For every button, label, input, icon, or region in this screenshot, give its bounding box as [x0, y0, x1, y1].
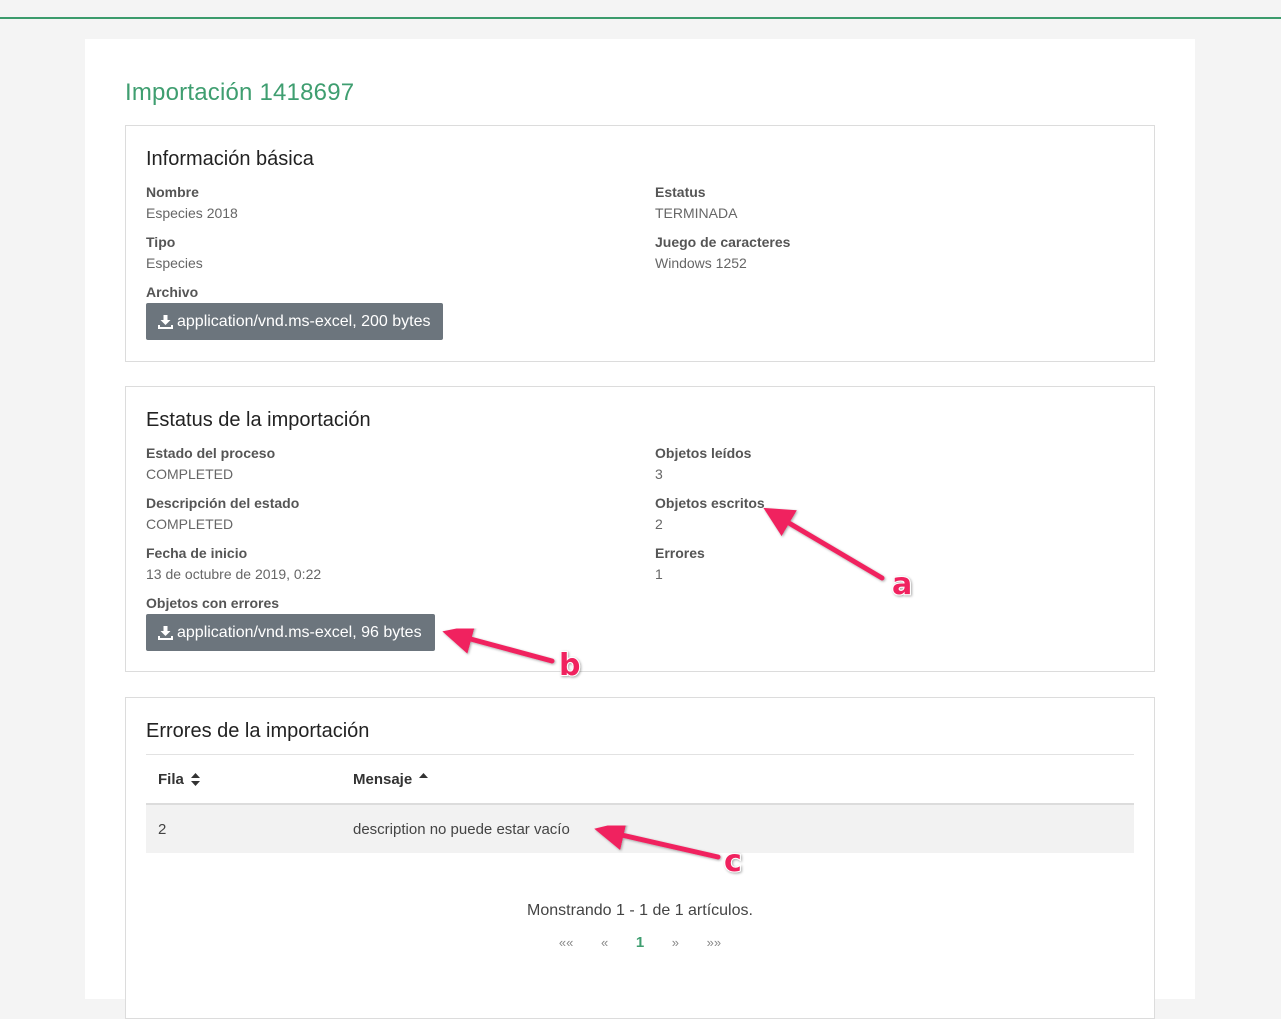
error-objects-download-button[interactable]: application/vnd.ms-excel, 96 bytes	[146, 614, 435, 651]
error-objects-label: Objetos con errores	[146, 595, 280, 611]
start-date-value: 13 de octubre de 2019, 0:22	[146, 566, 322, 582]
page-title: Importación 1418697	[125, 79, 355, 106]
pagination-first-button[interactable]: ««	[559, 935, 573, 950]
objects-read-label: Objetos leídos	[655, 445, 752, 461]
process-state-label: Estado del proceso	[146, 445, 276, 461]
import-errors-card: Errores de la importación Fila Mensaje 2	[125, 697, 1155, 1019]
state-description-label: Descripción del estado	[146, 495, 300, 511]
objects-written-label: Objetos escritos	[655, 495, 765, 511]
message-cell: description no puede estar vacío	[341, 804, 1134, 853]
errors-label: Errores	[655, 545, 705, 561]
download-icon	[158, 314, 173, 329]
column-header-row-number[interactable]: Fila	[146, 755, 341, 805]
file-download-label: application/vnd.ms-excel, 200 bytes	[177, 312, 431, 330]
download-icon	[158, 625, 173, 640]
pagination: «« « 1 » »»	[126, 934, 1154, 951]
error-objects-download-label: application/vnd.ms-excel, 96 bytes	[177, 623, 422, 641]
type-value: Especies	[146, 255, 203, 271]
objects-read-value: 3	[655, 466, 663, 482]
pagination-info: Monstrando 1 - 1 de 1 artículos.	[527, 902, 753, 919]
charset-label: Juego de caracteres	[655, 234, 791, 250]
import-status-card: Estatus de la importación Estado del pro…	[125, 386, 1155, 672]
start-date-label: Fecha de inicio	[146, 545, 248, 561]
pagination-next-button[interactable]: »	[672, 935, 679, 950]
process-state-value: COMPLETED	[146, 466, 234, 482]
pagination-current-page[interactable]: 1	[636, 934, 644, 951]
sort-up-icon	[419, 772, 429, 778]
table-row[interactable]: 2 description no puede estar vacío	[146, 804, 1134, 853]
errors-value: 1	[655, 566, 663, 582]
errors-table: Fila Mensaje 2 description no puede esta…	[146, 754, 1134, 853]
state-description-value: COMPLETED	[146, 516, 234, 532]
pagination-prev-button[interactable]: «	[601, 935, 608, 950]
charset-value: Windows 1252	[655, 255, 747, 271]
sort-both-icon	[191, 773, 201, 787]
name-label: Nombre	[146, 184, 199, 200]
name-value: Especies 2018	[146, 205, 238, 221]
row-number-cell: 2	[146, 804, 341, 853]
type-label: Tipo	[146, 234, 176, 250]
file-label: Archivo	[146, 284, 199, 300]
status-value: TERMINADA	[655, 205, 738, 221]
import-status-title: Estatus de la importación	[146, 409, 371, 431]
table-header-row: Fila Mensaje	[146, 754, 1134, 805]
column-header-label: Mensaje	[353, 770, 413, 788]
basic-info-title: Información básica	[146, 148, 314, 170]
basic-info-card: Información básica Nombre Especies 2018 …	[125, 125, 1155, 362]
main-content: Importación 1418697 Información básica N…	[85, 39, 1195, 1019]
objects-written-value: 2	[655, 516, 663, 532]
file-download-button[interactable]: application/vnd.ms-excel, 200 bytes	[146, 303, 444, 340]
pagination-last-button[interactable]: »»	[707, 935, 721, 950]
column-header-message[interactable]: Mensaje	[341, 755, 1134, 805]
import-errors-title: Errores de la importación	[146, 720, 370, 742]
column-header-label: Fila	[158, 770, 184, 788]
status-label: Estatus	[655, 184, 706, 200]
top-bar	[0, 0, 1281, 19]
